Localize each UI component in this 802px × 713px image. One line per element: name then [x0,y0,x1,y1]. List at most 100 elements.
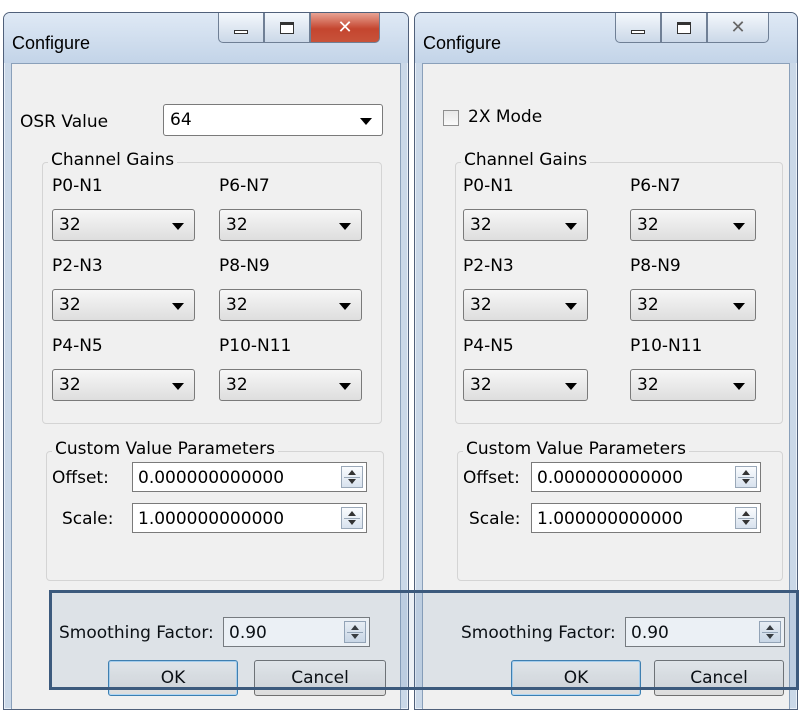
gain-label-p4-n5: P4-N5 [52,336,103,356]
gain-dropdown-p8-n9[interactable]: 32 [630,289,756,321]
maximize-button[interactable] [661,13,707,43]
custom-value-title: Custom Value Parameters [463,439,689,459]
chevron-down-icon [339,383,351,390]
offset-label: Offset: [52,468,109,488]
spin-arrows-icon[interactable] [759,621,781,643]
gain-label-p0-n1: P0-N1 [52,176,103,196]
caption-buttons: ✕ [615,13,769,43]
gain-dropdown-p0-n1[interactable]: 32 [463,209,588,241]
chevron-down-icon [339,303,351,310]
chevron-down-icon [733,383,745,390]
gain-dropdown-p6-n7[interactable]: 32 [219,209,362,241]
configure-dialog-left: Configure ✕ OSR Value 64 Channel Gains P… [3,12,409,710]
gain-value: 32 [470,295,492,315]
gain-dropdown-p4-n5[interactable]: 32 [463,369,588,401]
minimize-button[interactable] [218,13,264,43]
gain-value: 32 [59,295,81,315]
gain-dropdown-p0-n1[interactable]: 32 [52,209,195,241]
smoothing-factor-value: 0.90 [229,623,267,643]
smoothing-factor-spinbox[interactable]: 0.90 [223,617,370,647]
dialog-body: OSR Value 64 Channel Gains P0-N1 P6-N7 3… [11,63,401,709]
title-bar[interactable]: Configure ✕ [4,13,408,63]
chevron-down-icon [565,223,577,230]
offset-label: Offset: [463,468,520,488]
gain-label-p0-n1: P0-N1 [463,176,514,196]
gain-value: 32 [637,375,659,395]
offset-spinbox[interactable]: 0.000000000000 [531,462,761,492]
channel-gains-title: Channel Gains [461,150,591,170]
minimize-button[interactable] [615,13,661,43]
osr-value-label: OSR Value [20,112,109,132]
custom-value-title: Custom Value Parameters [52,439,278,459]
smoothing-factor-label: Smoothing Factor: [59,623,214,643]
scale-spinbox[interactable]: 1.000000000000 [531,503,761,533]
close-icon: ✕ [730,16,746,38]
spin-arrows-icon[interactable] [735,507,757,529]
osr-value-dropdown[interactable]: 64 [163,104,383,136]
spin-arrows-icon[interactable] [735,466,757,488]
2x-mode-checkbox[interactable] [443,110,459,126]
chevron-down-icon [565,383,577,390]
window-title: Configure [423,33,502,53]
maximize-icon [280,21,294,34]
minimize-icon [631,29,645,34]
gain-dropdown-p6-n7[interactable]: 32 [630,209,756,241]
chevron-down-icon [172,383,184,390]
configure-dialog-right: Configure ✕ 2X Mode Channel Gains P0-N1 … [414,12,798,710]
cancel-button[interactable]: Cancel [654,660,784,696]
chevron-down-icon [172,223,184,230]
close-button[interactable]: ✕ [310,13,380,43]
close-icon: ✕ [337,16,353,38]
close-button[interactable]: ✕ [707,13,769,43]
ok-button[interactable]: OK [108,660,238,696]
channel-gains-title: Channel Gains [48,150,178,170]
gain-dropdown-p2-n3[interactable]: 32 [463,289,588,321]
gain-label-p4-n5: P4-N5 [463,336,514,356]
gain-value: 32 [226,295,248,315]
chevron-down-icon [565,303,577,310]
ok-button[interactable]: OK [511,660,641,696]
gain-label-p2-n3: P2-N3 [52,256,103,276]
title-bar[interactable]: Configure ✕ [415,13,797,63]
maximize-button[interactable] [264,13,310,43]
gain-dropdown-p10-n11[interactable]: 32 [630,369,756,401]
offset-value: 0.000000000000 [138,468,285,488]
gain-dropdown-p10-n11[interactable]: 32 [219,369,362,401]
scale-spinbox[interactable]: 1.000000000000 [132,503,367,533]
spin-arrows-icon[interactable] [341,466,363,488]
chevron-down-icon [339,223,351,230]
gain-label-p10-n11: P10-N11 [630,336,703,356]
gain-value: 32 [59,215,81,235]
smoothing-factor-label: Smoothing Factor: [461,623,616,643]
window-title: Configure [12,33,91,53]
gain-label-p8-n9: P8-N9 [630,256,681,276]
gain-value: 32 [226,375,248,395]
offset-spinbox[interactable]: 0.000000000000 [132,462,367,492]
osr-value-selected: 64 [170,110,192,130]
chevron-down-icon [733,303,745,310]
gain-dropdown-p4-n5[interactable]: 32 [52,369,195,401]
chevron-down-icon [360,118,372,125]
scale-label: Scale: [62,509,114,529]
gain-label-p2-n3: P2-N3 [463,256,514,276]
scale-label: Scale: [469,509,521,529]
gain-label-p8-n9: P8-N9 [219,256,270,276]
scale-value: 1.000000000000 [138,509,285,529]
gain-label-p6-n7: P6-N7 [630,176,681,196]
gain-label-p10-n11: P10-N11 [219,336,292,356]
gain-dropdown-p2-n3[interactable]: 32 [52,289,195,321]
maximize-icon [677,21,691,34]
smoothing-factor-spinbox[interactable]: 0.90 [625,617,785,647]
gain-value: 32 [637,215,659,235]
cancel-button[interactable]: Cancel [254,660,386,696]
chevron-down-icon [172,303,184,310]
dialog-body: 2X Mode Channel Gains P0-N1 P6-N7 32 32 … [422,63,790,709]
spin-arrows-icon[interactable] [344,621,366,643]
gain-dropdown-p8-n9[interactable]: 32 [219,289,362,321]
caption-buttons: ✕ [218,13,380,43]
2x-mode-label: 2X Mode [468,107,543,127]
offset-value: 0.000000000000 [537,468,684,488]
chevron-down-icon [733,223,745,230]
spin-arrows-icon[interactable] [341,507,363,529]
minimize-icon [234,29,248,34]
